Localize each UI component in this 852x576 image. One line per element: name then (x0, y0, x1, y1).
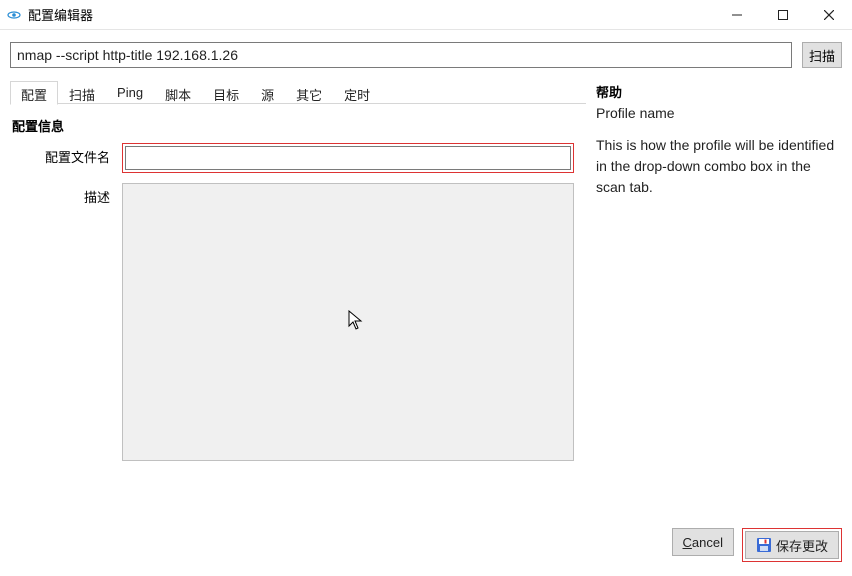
app-icon (6, 7, 22, 23)
profile-name-highlight (122, 143, 574, 173)
help-field-name: Profile name (596, 105, 842, 121)
help-body: This is how the profile will be identifi… (596, 135, 842, 198)
minimize-button[interactable] (714, 0, 760, 29)
save-changes-button[interactable]: 保存更改 (745, 531, 839, 559)
save-button-highlight: 保存更改 (742, 528, 842, 562)
close-button[interactable] (806, 0, 852, 29)
profile-name-input[interactable] (125, 146, 571, 170)
section-title: 配置信息 (12, 116, 586, 135)
maximize-button[interactable] (760, 0, 806, 29)
left-column: 配置 扫描 Ping 脚本 目标 源 其它 定时 配置信息 配置文件名 描述 (10, 80, 586, 471)
description-textarea[interactable] (122, 183, 574, 461)
window-controls (714, 0, 852, 29)
tab-timing[interactable]: 定时 (333, 81, 381, 105)
tab-ping[interactable]: Ping (106, 81, 154, 105)
scan-button[interactable]: 扫描 (802, 42, 842, 68)
command-row: 扫描 (0, 30, 852, 74)
main-content: 配置 扫描 Ping 脚本 目标 源 其它 定时 配置信息 配置文件名 描述 帮… (0, 74, 852, 471)
save-label: 保存更改 (776, 536, 828, 555)
help-heading: 帮助 (596, 82, 842, 101)
tab-source[interactable]: 源 (250, 81, 285, 105)
tab-scan[interactable]: 扫描 (58, 81, 106, 105)
tab-target[interactable]: 目标 (202, 81, 250, 105)
description-row: 描述 (10, 183, 586, 461)
window-title: 配置编辑器 (28, 5, 93, 24)
titlebar: 配置编辑器 (0, 0, 852, 30)
cancel-button[interactable]: Cancel (672, 528, 734, 556)
cancel-label-rest: ancel (692, 535, 723, 550)
tab-profile[interactable]: 配置 (10, 81, 58, 105)
save-icon (756, 537, 772, 553)
profile-name-row: 配置文件名 (10, 143, 586, 173)
footer-buttons: Cancel 保存更改 (672, 528, 842, 562)
tab-other[interactable]: 其它 (285, 81, 333, 105)
tab-script[interactable]: 脚本 (154, 81, 202, 105)
profile-name-label: 配置文件名 (10, 143, 122, 166)
command-input[interactable] (10, 42, 792, 68)
description-label: 描述 (10, 183, 122, 206)
help-panel: 帮助 Profile name This is how the profile … (596, 80, 842, 471)
tab-bar: 配置 扫描 Ping 脚本 目标 源 其它 定时 (10, 80, 586, 104)
